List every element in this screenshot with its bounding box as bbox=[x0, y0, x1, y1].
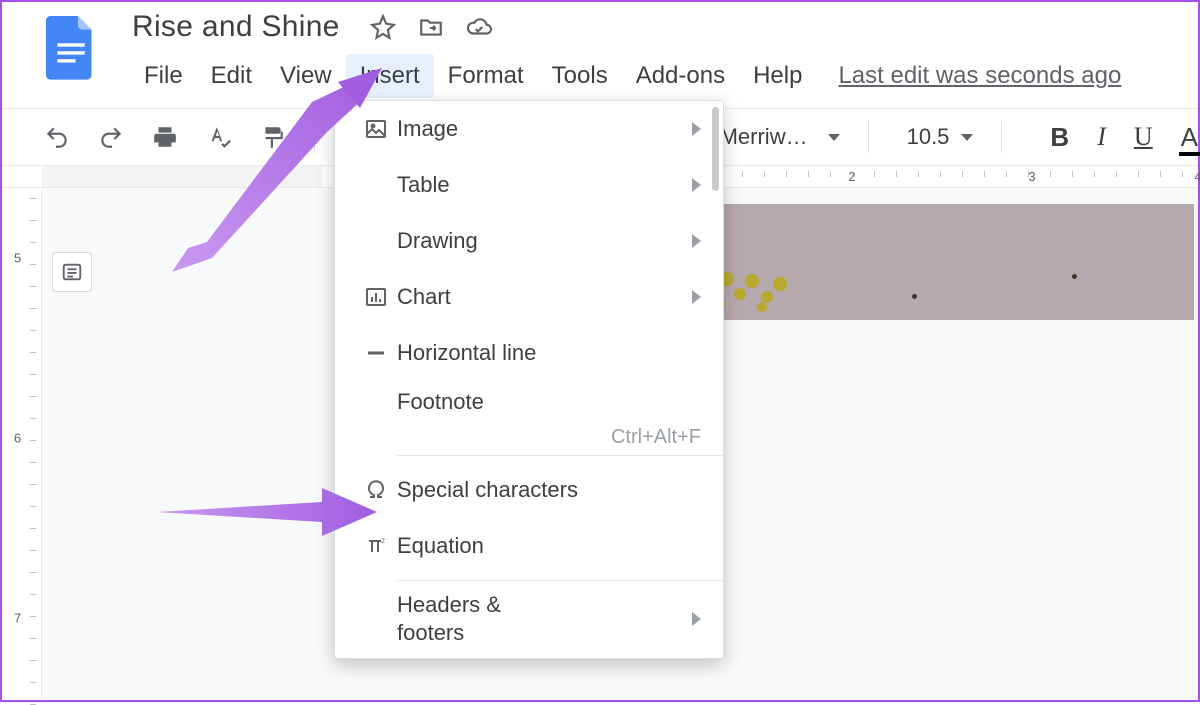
vertical-ruler[interactable]: 5 6 7 bbox=[2, 188, 42, 700]
ruler-number: 7 bbox=[14, 611, 21, 626]
move-folder-icon[interactable] bbox=[418, 14, 444, 40]
menu-item-table[interactable]: Table bbox=[335, 157, 723, 213]
ruler-number: 5 bbox=[14, 251, 21, 266]
image-icon bbox=[355, 117, 397, 141]
font-family-picker[interactable]: Merriweath… bbox=[720, 124, 840, 150]
font-size-picker[interactable]: 10.5 bbox=[907, 124, 974, 150]
menu-divider bbox=[397, 580, 723, 581]
submenu-arrow-icon bbox=[692, 178, 701, 192]
menu-item-label: Special characters bbox=[397, 477, 705, 503]
menu-file[interactable]: File bbox=[130, 54, 197, 98]
menu-item-drawing[interactable]: Drawing bbox=[335, 213, 723, 269]
italic-button[interactable]: I bbox=[1097, 122, 1106, 152]
google-docs-logo-icon[interactable] bbox=[46, 16, 96, 76]
ruler-number: 4 bbox=[1194, 169, 1200, 184]
underline-button[interactable]: U bbox=[1134, 122, 1153, 152]
svg-text:2: 2 bbox=[381, 538, 385, 545]
text-color-button[interactable]: A bbox=[1181, 122, 1198, 153]
menu-item-image[interactable]: Image bbox=[335, 101, 723, 157]
cloud-status-icon[interactable] bbox=[466, 14, 492, 40]
menu-view[interactable]: View bbox=[266, 54, 346, 98]
menu-item-shortcut: Ctrl+Alt+F bbox=[611, 426, 701, 449]
submenu-arrow-icon bbox=[692, 290, 701, 304]
document-outline-button[interactable] bbox=[52, 252, 92, 292]
toolbar-separator bbox=[868, 121, 869, 153]
redo-icon[interactable] bbox=[98, 124, 124, 150]
star-icon[interactable] bbox=[370, 14, 396, 40]
spellcheck-icon[interactable] bbox=[206, 124, 232, 150]
insert-menu-dropdown: Image Table Drawing Chart Horizontal lin… bbox=[334, 100, 724, 659]
chevron-down-icon bbox=[828, 134, 840, 141]
ruler-number: 3 bbox=[1028, 169, 1035, 184]
chevron-down-icon bbox=[961, 134, 973, 141]
menu-item-label: Table bbox=[397, 172, 705, 198]
menu-item-footnote[interactable]: Footnote Ctrl+Alt+F bbox=[335, 381, 723, 449]
print-icon[interactable] bbox=[152, 124, 178, 150]
menu-item-label: Horizontal line bbox=[397, 340, 705, 366]
font-size-value: 10.5 bbox=[907, 124, 950, 150]
menu-format[interactable]: Format bbox=[434, 54, 538, 98]
menu-tools[interactable]: Tools bbox=[538, 54, 622, 98]
toolbar-separator bbox=[314, 121, 315, 153]
chart-icon bbox=[355, 285, 397, 309]
menu-addons[interactable]: Add-ons bbox=[622, 54, 739, 98]
menu-item-equation[interactable]: 2 Equation bbox=[335, 518, 723, 574]
menu-item-label: Equation bbox=[397, 533, 705, 559]
ruler-number: 6 bbox=[14, 431, 21, 446]
paint-format-icon[interactable] bbox=[260, 124, 286, 150]
menu-item-label: Footnote bbox=[355, 389, 484, 445]
hline-icon bbox=[355, 341, 397, 365]
undo-icon[interactable] bbox=[44, 124, 70, 150]
omega-icon bbox=[355, 478, 397, 502]
menu-divider bbox=[397, 455, 723, 456]
last-edit-link[interactable]: Last edit was seconds ago bbox=[838, 62, 1121, 90]
pi-icon: 2 bbox=[355, 534, 397, 558]
menu-edit[interactable]: Edit bbox=[197, 54, 266, 98]
document-title[interactable]: Rise and Shine bbox=[132, 10, 340, 44]
font-family-name: Merriweath… bbox=[720, 124, 820, 150]
menu-insert[interactable]: Insert bbox=[346, 54, 434, 98]
menu-item-label: Drawing bbox=[397, 228, 705, 254]
menu-item-label: Headers & footers bbox=[397, 591, 705, 646]
menu-item-label: Image bbox=[397, 116, 705, 142]
submenu-arrow-icon bbox=[692, 122, 701, 136]
menu-item-horizontal-line[interactable]: Horizontal line bbox=[335, 325, 723, 381]
menu-help[interactable]: Help bbox=[739, 54, 816, 98]
menu-item-special-characters[interactable]: Special characters bbox=[335, 462, 723, 518]
menu-bar: File Edit View Insert Format Tools Add-o… bbox=[130, 54, 1121, 98]
submenu-arrow-icon bbox=[692, 234, 701, 248]
bold-button[interactable]: B bbox=[1050, 122, 1069, 153]
menu-item-chart[interactable]: Chart bbox=[335, 269, 723, 325]
menu-item-label: Chart bbox=[397, 284, 705, 310]
menu-item-headers-footers[interactable]: Headers & footers bbox=[335, 587, 723, 650]
document-image[interactable] bbox=[722, 204, 1194, 320]
submenu-arrow-icon bbox=[692, 612, 701, 626]
toolbar-separator bbox=[1001, 121, 1002, 153]
